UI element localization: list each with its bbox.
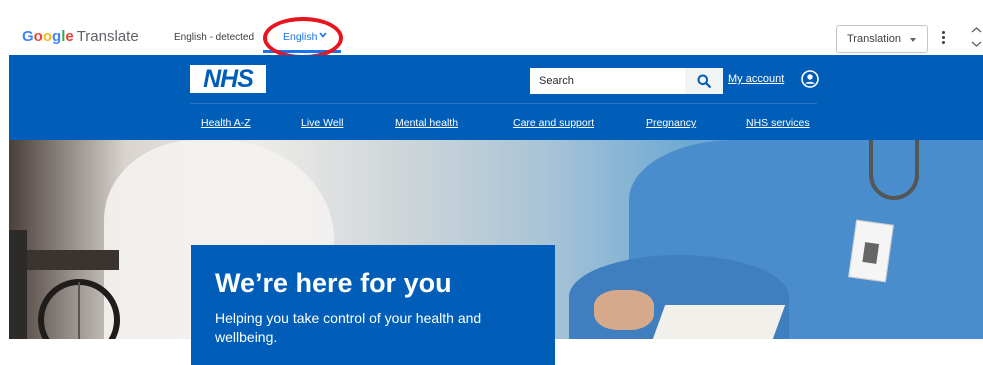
hero-subtitle: Helping you take control of your health … — [215, 310, 482, 345]
nav-pregnancy[interactable]: Pregnancy — [646, 117, 696, 129]
source-language-label[interactable]: English - detected — [174, 32, 254, 43]
nhs-logo[interactable]: NHS — [190, 65, 266, 93]
target-language-dropdown[interactable]: English — [263, 22, 341, 53]
hero-hand-figure — [594, 290, 654, 330]
hero-title: We’re here for you — [215, 268, 452, 298]
hero-card: We’re here for you Helping you take cont… — [191, 245, 555, 365]
search-icon — [697, 74, 711, 88]
my-account-label: My account — [728, 73, 785, 85]
translate-wordmark: Translate — [76, 28, 139, 45]
translate-toolbar: Google Translate English - detected Engli… — [0, 0, 983, 59]
search-form — [530, 68, 723, 94]
nhs-header: NHS My account Health A-Z Live Well Ment… — [9, 55, 983, 140]
dropdown-arrow-icon — [910, 38, 916, 42]
stethoscope-graphic — [869, 140, 919, 200]
target-language-label: English — [283, 31, 318, 43]
nav-health-a-z[interactable]: Health A-Z — [201, 117, 251, 129]
nav-care-and-support[interactable]: Care and support — [513, 117, 594, 129]
search-button[interactable] — [685, 68, 723, 94]
header-divider — [190, 103, 817, 104]
google-wordmark: Google — [22, 28, 74, 45]
nav-live-well[interactable]: Live Well — [301, 117, 343, 129]
nav-mental-health[interactable]: Mental health — [395, 117, 458, 129]
wheelchair-graphic — [9, 230, 120, 339]
translation-mode-select[interactable]: Translation — [836, 25, 928, 53]
chevron-down-icon — [319, 32, 327, 38]
more-vert-icon[interactable] — [938, 29, 948, 47]
user-icon — [801, 70, 819, 88]
clipboard-paper-graphic — [652, 305, 786, 339]
collapse-icon[interactable] — [970, 26, 983, 48]
nav-nhs-services[interactable]: NHS services — [746, 117, 810, 129]
id-badge-graphic — [848, 219, 894, 283]
translation-mode-label: Translation — [847, 33, 902, 45]
search-input[interactable] — [530, 68, 685, 94]
google-translate-logo[interactable]: Google Translate — [22, 28, 139, 45]
